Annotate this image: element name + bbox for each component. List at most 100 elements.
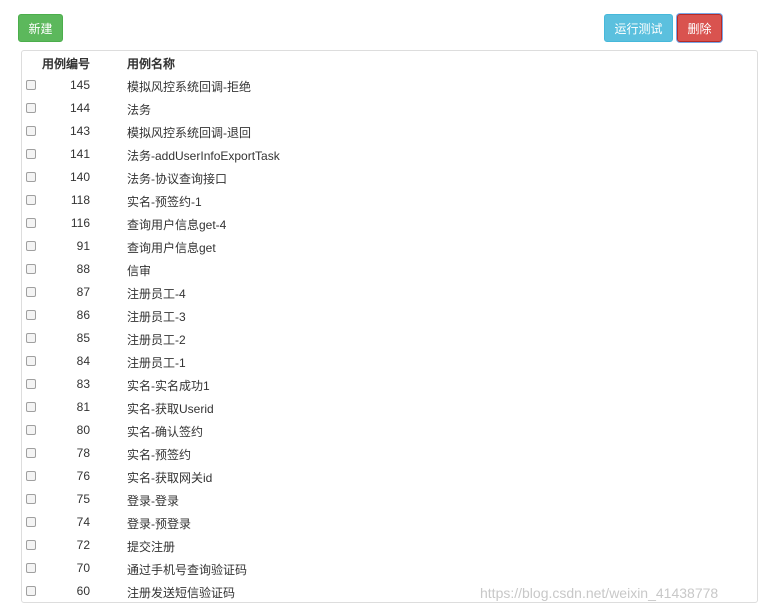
case-id: 85 [76,331,90,345]
row-checkbox[interactable] [26,218,36,228]
row-checkbox[interactable] [26,149,36,159]
table-row[interactable]: 75 登录-登录 [22,487,757,510]
case-name: 提交注册 [127,540,176,554]
row-checkbox[interactable] [26,103,36,113]
table-body: 145 模拟风控系统回调-拒绝 144 法务 143 模拟风控系统回调-退回 141 法务-a… [22,73,757,602]
table-row[interactable]: 83 实名-实名成功1 [22,372,757,395]
test-case-table: 用例编号 用例名称 145 模拟风控系统回调-拒绝 144 法务 143 模拟风控系统回调… [21,50,758,603]
row-checkbox[interactable] [26,287,36,297]
row-checkbox[interactable] [26,241,36,251]
case-id: 143 [69,124,90,138]
row-checkbox[interactable] [26,448,36,458]
table-row[interactable]: 76 实名-获取网关id [22,464,757,487]
row-checkbox[interactable] [26,310,36,320]
case-name: 实名-预签约 [127,448,191,462]
table-row[interactable]: 141 法务-addUserInfoExportTask [22,142,757,165]
case-id: 91 [76,239,90,253]
case-name: 实名-确认签约 [127,425,203,439]
case-id: 83 [76,377,90,391]
table-row[interactable]: 145 模拟风控系统回调-拒绝 [22,73,757,96]
row-checkbox[interactable] [26,172,36,182]
table-row[interactable]: 72 提交注册 [22,533,757,556]
table-row[interactable]: 81 实名-获取Userid [22,395,757,418]
case-name: 注册员工-3 [127,310,186,324]
column-header-name: 用例名称 [127,57,176,71]
case-id: 141 [69,147,90,161]
table-row[interactable]: 144 法务 [22,96,757,119]
case-id: 116 [70,216,90,230]
table-row[interactable]: 74 登录-预登录 [22,510,757,533]
table-row[interactable]: 80 实名-确认签约 [22,418,757,441]
case-name: 注册员工-2 [127,333,186,347]
watermark-text: https://blog.csdn.net/weixin_41438778 [480,585,719,601]
case-id: 144 [69,101,90,115]
table-row[interactable]: 87 注册员工-4 [22,280,757,303]
case-id: 145 [69,78,90,92]
case-id: 70 [76,561,90,575]
row-checkbox[interactable] [26,379,36,389]
case-id: 118 [70,193,90,207]
case-id: 80 [76,423,90,437]
row-checkbox[interactable] [26,80,36,90]
case-id: 140 [69,170,90,184]
case-name: 通过手机号查询验证码 [127,563,248,577]
row-checkbox[interactable] [26,563,36,573]
row-checkbox[interactable] [26,195,36,205]
case-id: 78 [76,446,90,460]
row-checkbox[interactable] [26,471,36,481]
table-row[interactable]: 85 注册员工-2 [22,326,757,349]
row-checkbox[interactable] [26,586,36,596]
table-row[interactable]: 140 法务-协议查询接口 [22,165,757,188]
new-button[interactable]: 新建 [18,14,63,42]
case-name: 模拟风控系统回调-拒绝 [127,80,251,94]
case-name: 法务-协议查询接口 [127,172,227,186]
case-name: 查询用户信息get [127,241,216,255]
row-checkbox[interactable] [26,402,36,412]
case-name: 实名-获取网关id [127,471,213,485]
table-row[interactable]: 116 查询用户信息get-4 [22,211,757,234]
case-id: 72 [76,538,90,552]
case-name: 实名-预签约-1 [127,195,202,209]
table-row[interactable]: 118 实名-预签约-1 [22,188,757,211]
row-checkbox[interactable] [26,264,36,274]
run-test-button[interactable]: 运行测试 [604,14,673,42]
table-row[interactable]: 70 通过手机号查询验证码 [22,556,757,579]
column-header-id: 用例编号 [42,57,91,71]
case-name: 实名-获取Userid [127,402,214,416]
case-name: 注册员工-4 [127,287,186,301]
case-name: 登录-预登录 [127,517,191,531]
table-row[interactable]: 143 模拟风控系统回调-退回 [22,119,757,142]
case-id: 81 [76,400,90,414]
case-name: 注册发送短信验证码 [127,586,236,600]
table-row[interactable]: 88 信审 [22,257,757,280]
case-name: 查询用户信息get-4 [127,218,227,232]
case-id: 74 [76,515,90,529]
case-name: 登录-登录 [127,494,179,508]
table-row[interactable]: 91 查询用户信息get [22,234,757,257]
case-name: 注册员工-1 [127,356,186,370]
table-row[interactable]: 84 注册员工-1 [22,349,757,372]
table-row[interactable]: 86 注册员工-3 [22,303,757,326]
table-row[interactable]: 78 实名-预签约 [22,441,757,464]
table-header: 用例编号 用例名称 [22,51,757,73]
case-id: 84 [76,354,90,368]
case-id: 60 [76,584,90,598]
case-id: 87 [76,285,90,299]
row-checkbox[interactable] [26,126,36,136]
case-id: 88 [76,262,90,276]
case-name: 实名-实名成功1 [127,379,210,393]
row-checkbox[interactable] [26,425,36,435]
delete-button[interactable]: 删除 [677,14,722,42]
case-name: 模拟风控系统回调-退回 [127,126,251,140]
case-name: 信审 [127,264,152,278]
case-name: 法务-addUserInfoExportTask [127,149,280,163]
row-checkbox[interactable] [26,333,36,343]
case-id: 86 [76,308,90,322]
case-id: 76 [76,469,90,483]
case-name: 法务 [127,103,152,117]
row-checkbox[interactable] [26,517,36,527]
row-checkbox[interactable] [26,540,36,550]
row-checkbox[interactable] [26,494,36,504]
case-id: 75 [76,492,90,506]
row-checkbox[interactable] [26,356,36,366]
